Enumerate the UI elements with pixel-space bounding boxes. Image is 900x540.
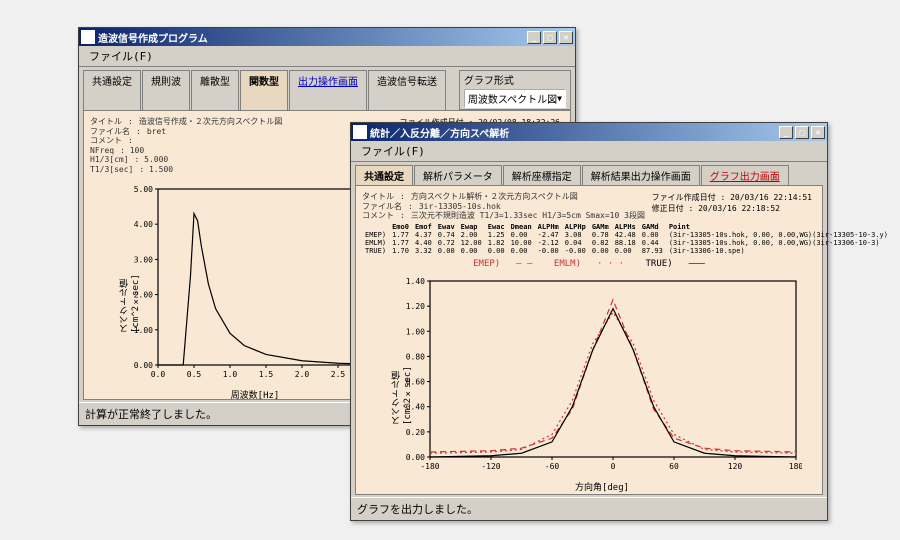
svg-text:120: 120 (728, 462, 743, 471)
titlebar[interactable]: 統計／入反分離／方向スペ解析 _ □ × (351, 123, 827, 141)
window-title: 統計／入反分離／方向スペ解析 (370, 125, 779, 140)
menubar: ファイル(F) (79, 46, 575, 67)
graph-type-select[interactable]: 周波数スペクトル図 ▼ (464, 89, 566, 108)
svg-text:-120: -120 (481, 462, 500, 471)
chart-svg: -180-120-600601201800.000.200.400.600.80… (402, 275, 802, 475)
tab-regular[interactable]: 規則波 (142, 70, 190, 110)
window-title: 造波信号作成プログラム (98, 30, 527, 45)
close-button[interactable]: × (559, 31, 573, 44)
tab-output[interactable]: 出力操作画面 (289, 70, 367, 110)
svg-text:60: 60 (669, 462, 679, 471)
tab-common[interactable]: 共通設定 (355, 165, 413, 185)
graph-section-label: グラフ形式 (464, 72, 566, 87)
status-text: グラフを出力しました。 (357, 503, 478, 516)
svg-text:0.00: 0.00 (134, 361, 153, 370)
svg-text:1.5: 1.5 (259, 370, 274, 379)
svg-text:0.0: 0.0 (151, 370, 166, 379)
status-text: 計算が正常終了しました。 (85, 408, 217, 421)
svg-text:5.00: 5.00 (134, 185, 153, 194)
svg-text:0.00: 0.00 (406, 453, 425, 462)
titlebar[interactable]: 造波信号作成プログラム _ □ × (79, 28, 575, 46)
tab-graph-output[interactable]: グラフ出力画面 (701, 165, 789, 185)
tab-results[interactable]: 解析結果出力操作画面 (582, 165, 700, 185)
chevron-down-icon: ▼ (557, 94, 562, 103)
meta-dates: ファイル作成日付 : 20/03/16 22:14:51 修正日付 : 20/0… (652, 192, 812, 214)
svg-text:2.5: 2.5 (331, 370, 346, 379)
menu-file[interactable]: ファイル(F) (83, 49, 159, 64)
tab-coords[interactable]: 解析座標指定 (503, 165, 581, 185)
svg-text:0.5: 0.5 (187, 370, 202, 379)
svg-text:0.20: 0.20 (406, 428, 425, 437)
svg-text:-180: -180 (420, 462, 439, 471)
ylabel: スペクトル値 [cm^2×sec] (118, 233, 141, 333)
svg-text:1.0: 1.0 (223, 370, 238, 379)
svg-text:-60: -60 (545, 462, 560, 471)
svg-text:180: 180 (789, 462, 802, 471)
maximize-button[interactable]: □ (795, 126, 809, 139)
graph-type-value: 周波数スペクトル図 (468, 91, 557, 106)
window-controls: _ □ × (527, 31, 573, 44)
content-panel: タイトル:方向スペクトル解析・２次元方向スペクトル図 ファイル名:3ir-133… (355, 185, 823, 495)
statusbar: グラフを出力しました。 (351, 497, 827, 520)
close-button[interactable]: × (811, 126, 825, 139)
window-controls: _ □ × (779, 126, 825, 139)
window-analysis: 統計／入反分離／方向スペ解析 _ □ × ファイル(F) 共通設定 解析パラメー… (350, 122, 828, 521)
svg-text:1.20: 1.20 (406, 302, 425, 311)
tab-transfer[interactable]: 造波信号転送 (368, 70, 446, 110)
tabbar: 共通設定 解析パラメータ 解析座標指定 解析結果出力操作画面 グラフ出力画面 (351, 162, 827, 185)
minimize-button[interactable]: _ (779, 126, 793, 139)
svg-text:1.40: 1.40 (406, 277, 425, 286)
maximize-button[interactable]: □ (543, 31, 557, 44)
tab-discrete[interactable]: 離散型 (191, 70, 239, 110)
chart-svg: 0.00.51.01.52.02.53.00.001.002.003.004.0… (130, 183, 380, 383)
plot-1: スペクトル値 [cm^2×sec] 0.00.51.01.52.02.53.00… (130, 183, 380, 383)
app-icon (81, 30, 95, 44)
menubar: ファイル(F) (351, 141, 827, 162)
plot-2: スペクトル値 [cm^2×sec] -180-120-600601201800.… (402, 275, 802, 475)
tabbar: 共通設定 規則波 離散型 関数型 出力操作画面 造波信号転送 グラフ形式 周波数… (79, 67, 575, 110)
minimize-button[interactable]: _ (527, 31, 541, 44)
legend: EMEP)— — EMLM)· · · TRUE)——— (362, 259, 816, 269)
svg-text:0: 0 (611, 462, 616, 471)
analysis-table: Emo0EmofEwavEwapEwacDmeanALPHmALPHpGAMmA… (362, 223, 891, 255)
tab-function[interactable]: 関数型 (240, 70, 288, 110)
svg-text:2.0: 2.0 (295, 370, 310, 379)
xlabel: 周波数[Hz] (130, 388, 380, 401)
svg-text:4.00: 4.00 (134, 220, 153, 229)
graph-type-group: グラフ形式 周波数スペクトル図 ▼ (459, 70, 571, 110)
xlabel: 方向角[deg] (402, 480, 802, 493)
app-icon (353, 125, 367, 139)
tab-params[interactable]: 解析パラメータ (414, 165, 502, 185)
menu-file[interactable]: ファイル(F) (355, 144, 431, 159)
tab-common[interactable]: 共通設定 (83, 70, 141, 110)
ylabel: スペクトル値 [cm^2×sec] (390, 325, 413, 425)
